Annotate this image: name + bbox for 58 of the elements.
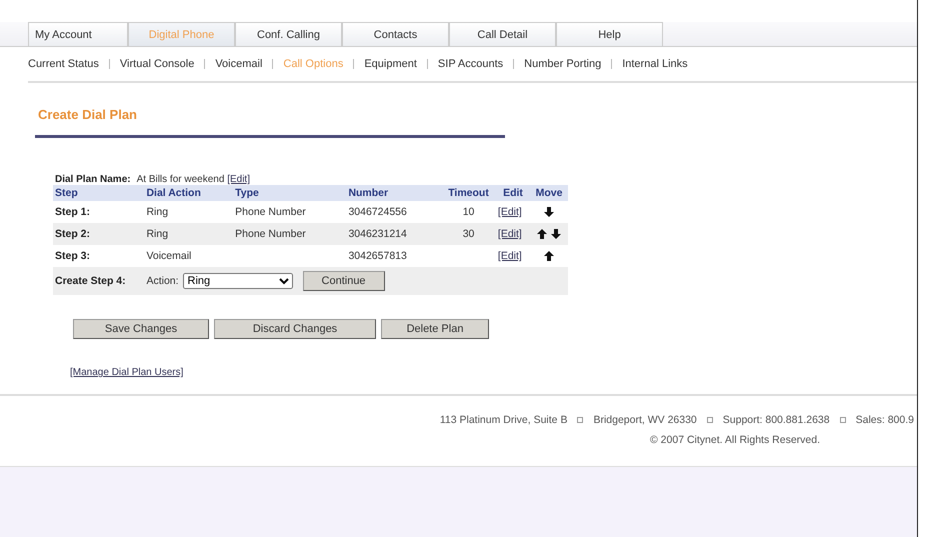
- plan-name-label: Dial Plan Name:: [55, 174, 131, 185]
- edit-link[interactable]: [Edit]: [227, 174, 250, 185]
- down-arrow-icon[interactable]: [544, 207, 554, 217]
- plan-name-value: At Bills for weekend [Edit]: [136, 174, 250, 185]
- up-arrow-icon[interactable]: [537, 229, 548, 239]
- subnav-link[interactable]: Number Porting: [524, 58, 602, 70]
- table-cell: Step 1:: [55, 206, 90, 218]
- column-header: Step: [53, 185, 144, 201]
- create-step-label: Create Step 4:: [55, 275, 126, 287]
- subnav-link[interactable]: Virtual Console: [120, 58, 194, 70]
- action-button[interactable]: Save Changes: [73, 319, 209, 339]
- subnav-link[interactable]: Internal Links: [622, 58, 688, 70]
- nav-tab[interactable]: Contacts: [342, 22, 449, 46]
- table-cell: Phone Number: [235, 228, 306, 240]
- action-button[interactable]: Discard Changes: [214, 319, 376, 339]
- down-arrow-icon[interactable]: [551, 229, 562, 239]
- footer-text: Sales: 800.9: [856, 414, 914, 426]
- subnav-link[interactable]: Voicemail: [215, 58, 262, 70]
- table-cell: 3042657813: [348, 250, 407, 262]
- action-dropdown[interactable]: Ring: [182, 273, 293, 289]
- table-cell: Step 3:: [55, 250, 90, 262]
- manage-users-link[interactable]: [Manage Dial Plan Users]: [70, 367, 184, 378]
- column-header: Timeout: [441, 185, 496, 201]
- up-arrow-icon[interactable]: [544, 251, 554, 261]
- footer-text: Support: 800.881.2638: [722, 414, 830, 426]
- table-cell: Voicemail: [146, 250, 192, 262]
- continue-button[interactable]: Continue: [302, 271, 385, 291]
- nav-tab[interactable]: Help: [556, 22, 663, 46]
- table-cell: 10: [462, 206, 474, 218]
- table-cell: 3046724556: [348, 206, 407, 218]
- table-cell: Phone Number: [235, 206, 306, 218]
- column-header: Edit: [496, 185, 530, 201]
- table-cell: Ring: [146, 206, 168, 218]
- page-title: Create Dial Plan: [35, 107, 505, 138]
- column-header: Type: [233, 185, 346, 201]
- separator-icon: [840, 417, 846, 423]
- subnav-link[interactable]: SIP Accounts: [438, 58, 504, 70]
- edit-link[interactable]: [Edit]: [498, 250, 522, 262]
- nav-tab[interactable]: Call Detail: [449, 22, 556, 46]
- table-cell: Ring: [146, 228, 168, 240]
- action-label: Action:: [146, 275, 179, 287]
- separator-icon: [706, 417, 713, 423]
- nav-tab[interactable]: Conf. Calling: [235, 22, 342, 46]
- table-cell: Step 2:: [55, 228, 90, 240]
- column-header: Number: [346, 185, 442, 201]
- separator-icon: [577, 417, 584, 423]
- edit-link[interactable]: [Edit]: [498, 206, 522, 218]
- table-cell: 30: [462, 228, 474, 240]
- copyright-text: © 2007 Citynet. All Rights Reserved.: [650, 434, 820, 446]
- nav-tab[interactable]: My Account: [28, 22, 128, 46]
- subnav-link[interactable]: Current Status: [28, 58, 99, 70]
- column-header: Dial Action: [144, 185, 234, 201]
- column-header: Move: [530, 185, 568, 201]
- footer-text: Bridgeport, WV 26330: [593, 414, 697, 426]
- footer-text: 113 Platinum Drive, Suite B: [440, 414, 568, 426]
- action-button[interactable]: Delete Plan: [381, 319, 489, 339]
- subnav-link[interactable]: Equipment: [364, 58, 417, 70]
- table-cell: 3046231214: [348, 228, 407, 240]
